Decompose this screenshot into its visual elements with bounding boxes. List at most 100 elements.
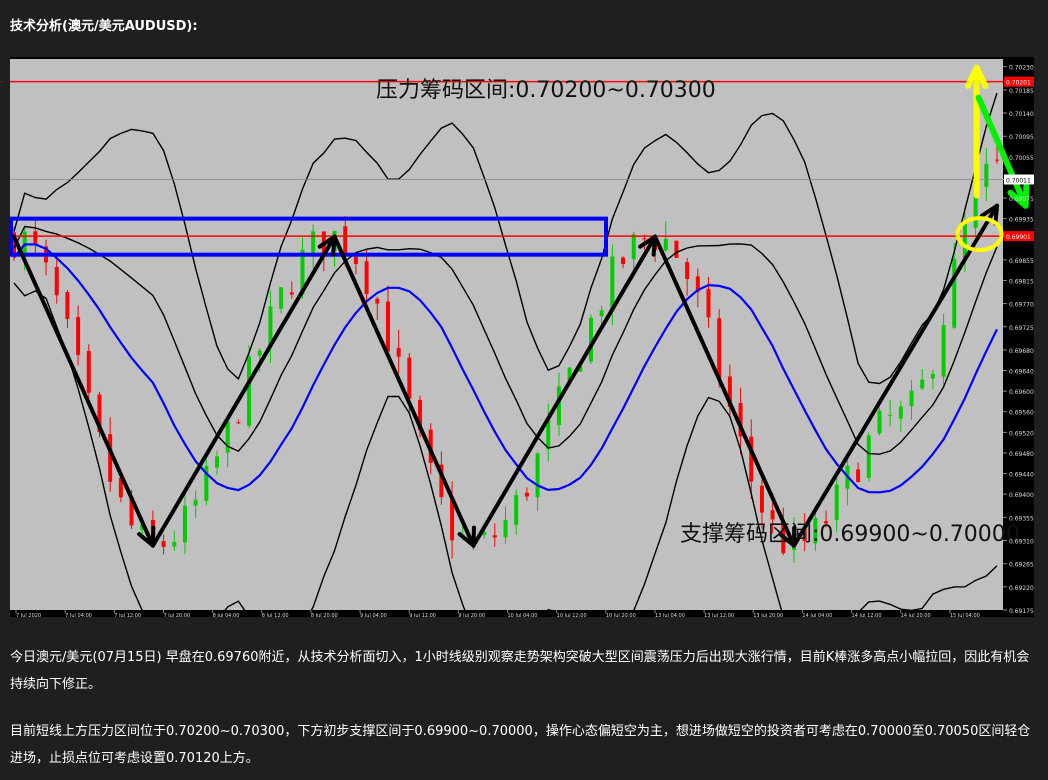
candle-body [54, 267, 59, 296]
candle-body [535, 453, 540, 498]
y-tick-label: 0.69975 [1009, 196, 1034, 203]
candle-body [247, 356, 252, 426]
y-tick-label: 0.69480 [1009, 451, 1034, 458]
y-tick-label: 0.70055 [1009, 155, 1034, 162]
y-tick-label: 0.69310 [1009, 538, 1034, 545]
x-tick-label: 14 Jul 20:00 [901, 613, 931, 617]
candle-body [941, 325, 946, 377]
candle-body [877, 410, 882, 434]
candle-body [172, 542, 177, 547]
candle-body [642, 238, 647, 240]
candle-body [353, 256, 358, 264]
y-tick-label: 0.70095 [1009, 134, 1034, 141]
x-tick-label: 13 Jul 04:00 [655, 613, 685, 617]
analysis-paragraph-2: 目前短线上方压力区间位于0.70200~0.70300，下方初步支撑区间于0.6… [10, 724, 1031, 766]
y-tick-label: 0.69520 [1009, 430, 1034, 437]
resistance-price-tag: 0.70201 [1006, 80, 1031, 87]
y-tick-label: 0.69355 [1009, 515, 1034, 522]
candle-body [65, 292, 70, 319]
candle-body [631, 234, 636, 260]
candle-body [770, 510, 775, 520]
candle-body [279, 287, 284, 309]
x-tick-label: 9 Jul 04:00 [360, 613, 387, 617]
support-price-tag: 0.69901 [1006, 234, 1031, 241]
x-tick-label: 10 Jul 20:00 [606, 613, 636, 617]
candle-body [311, 231, 316, 253]
candle-body [685, 262, 690, 280]
candle-body [182, 505, 187, 543]
x-tick-label: 9 Jul 12:00 [409, 613, 436, 617]
candle-body [86, 350, 91, 393]
candle-body [866, 435, 871, 478]
y-tick-label: 0.69855 [1009, 258, 1034, 265]
y-tick-label: 0.69935 [1009, 217, 1034, 224]
price-chart: 压力筹码区间:0.70200~0.70300 支撑筹码区间:0.69900~0.7… [10, 57, 1034, 617]
candle-body [385, 301, 390, 352]
x-tick-label: 7 Jul 2020 [16, 613, 41, 617]
y-tick-label: 0.70140 [1009, 111, 1034, 118]
candle-body [514, 494, 519, 525]
candle-body [706, 288, 711, 318]
candle-body [920, 379, 925, 389]
candle-body [984, 163, 989, 187]
x-tick-label: 10 Jul 04:00 [508, 613, 538, 617]
candle-body [236, 422, 241, 424]
candle-body [663, 238, 668, 251]
y-tick-label: 0.69725 [1009, 325, 1034, 332]
x-tick-label: 7 Jul 20:00 [163, 613, 190, 617]
candle-body [717, 318, 722, 379]
analysis-paragraph-1: 今日澳元/美元(07月15日) 早盘在0.69760附近，从技术分析面切入，1小… [10, 650, 1030, 692]
candle-body [674, 240, 679, 258]
x-tick-label: 8 Jul 04:00 [213, 613, 240, 617]
candle-body [898, 406, 903, 419]
candle-body [215, 456, 220, 468]
candle-body [856, 469, 861, 482]
section-heading: 技术分析(澳元/美元AUDUSD): [10, 19, 198, 34]
x-tick-label: 10 Jul 12:00 [557, 613, 587, 617]
y-tick-label: 0.69265 [1009, 562, 1034, 569]
x-tick-label: 8 Jul 12:00 [262, 613, 289, 617]
candle-body [407, 357, 412, 399]
y-tick-label: 0.69600 [1009, 389, 1034, 396]
chart-svg: 压力筹码区间:0.70200~0.70300 支撑筹码区间:0.69900~0.7… [10, 57, 1034, 617]
candle-body [995, 159, 999, 161]
candle-body [610, 256, 615, 312]
candle-body [599, 310, 604, 317]
x-tick-label: 7 Jul 12:00 [114, 613, 141, 617]
x-tick-label: 15 Jul 04:00 [950, 613, 980, 617]
candle-body [364, 261, 369, 294]
y-tick-label: 0.69220 [1009, 585, 1034, 592]
candle-body [396, 347, 401, 357]
y-tick-label: 0.69680 [1009, 348, 1034, 355]
candle-body [257, 350, 262, 356]
x-tick-label: 8 Jul 20:00 [311, 613, 338, 617]
y-tick-label: 0.70230 [1009, 65, 1034, 72]
candle-body [503, 519, 508, 538]
candle-body [289, 292, 294, 295]
candle-body [930, 373, 935, 379]
y-tick-label: 0.69560 [1009, 410, 1034, 417]
candle-body [193, 499, 198, 506]
current-price-tag: 0.70011 [1006, 177, 1031, 184]
support-annotation: 支撑筹码区间:0.69900~0.70000 [680, 522, 1020, 547]
x-tick-label: 13 Jul 20:00 [753, 613, 783, 617]
y-tick-label: 0.70185 [1009, 88, 1034, 95]
y-tick-label: 0.69440 [1009, 472, 1034, 479]
candle-body [76, 317, 81, 356]
x-tick-label: 9 Jul 20:00 [458, 613, 485, 617]
resistance-annotation: 压力筹码区间:0.70200~0.70300 [376, 78, 716, 103]
candle-body [524, 492, 529, 497]
x-tick-label: 7 Jul 04:00 [65, 613, 92, 617]
y-tick-label: 0.69640 [1009, 369, 1034, 376]
candle-body [759, 485, 764, 513]
x-tick-label: 14 Jul 04:00 [802, 613, 832, 617]
candle-body [888, 414, 893, 416]
x-tick-label: 13 Jul 12:00 [704, 613, 734, 617]
y-tick-label: 0.69400 [1009, 492, 1034, 499]
x-tick-label: 14 Jul 12:00 [852, 613, 882, 617]
candle-body [492, 535, 497, 538]
candle-body [343, 226, 348, 254]
candle-body [909, 390, 914, 407]
candle-body [33, 231, 38, 244]
candle-body [225, 421, 230, 453]
